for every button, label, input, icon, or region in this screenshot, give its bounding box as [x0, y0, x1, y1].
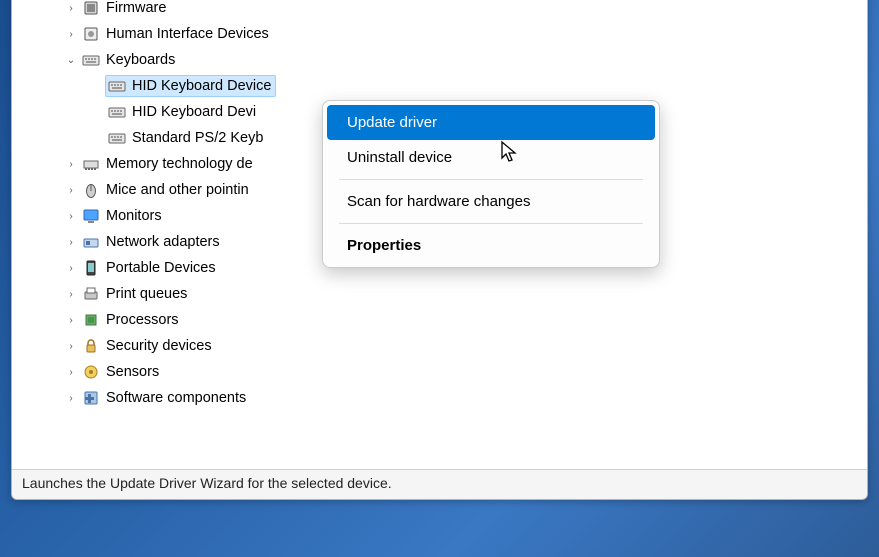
tree-item[interactable]: › Software components: [12, 385, 867, 411]
menu-separator: [339, 179, 643, 180]
tree-item[interactable]: › Firmware: [12, 0, 867, 21]
portable-icon: [82, 259, 100, 277]
menu-item[interactable]: Uninstall device: [327, 140, 655, 175]
chevron-right-icon[interactable]: ›: [62, 389, 80, 407]
chevron-right-icon[interactable]: ›: [62, 0, 80, 17]
tree-item[interactable]: › Sensors: [12, 359, 867, 385]
status-text: Launches the Update Driver Wizard for th…: [22, 475, 392, 491]
processor-icon: [82, 311, 100, 329]
chevron-right-icon[interactable]: ›: [62, 285, 80, 303]
chevron-right-icon[interactable]: ›: [62, 233, 80, 251]
tree-item-label: Human Interface Devices: [106, 26, 269, 42]
chevron-right-icon[interactable]: ›: [62, 337, 80, 355]
hid-icon: [82, 25, 100, 43]
memory-icon: [82, 155, 100, 173]
security-icon: [82, 337, 100, 355]
tree-item-label: Security devices: [106, 338, 212, 354]
network-icon: [82, 233, 100, 251]
tree-item-label: Standard PS/2 Keyb: [132, 130, 263, 146]
tree-item-label: Memory technology de: [106, 156, 253, 172]
sensor-icon: [82, 363, 100, 381]
tree-item[interactable]: HID Keyboard Device: [12, 73, 867, 99]
chevron-right-icon[interactable]: ›: [62, 25, 80, 43]
tree-item-label: Firmware: [106, 0, 166, 16]
chevron-right-icon[interactable]: ›: [62, 181, 80, 199]
monitor-icon: [82, 207, 100, 225]
status-bar: Launches the Update Driver Wizard for th…: [12, 469, 867, 499]
chevron-right-icon[interactable]: ›: [62, 259, 80, 277]
keyboard-icon: [82, 51, 100, 69]
tree-item-label: Network adapters: [106, 234, 220, 250]
tree-item-label: Monitors: [106, 208, 162, 224]
tree-item[interactable]: › Human Interface Devices: [12, 21, 867, 47]
keyboard-icon: [108, 77, 126, 95]
context-menu[interactable]: Update driverUninstall device Scan for ha…: [322, 100, 660, 268]
chevron-down-icon[interactable]: ⌄: [62, 51, 80, 69]
tree-item[interactable]: › Processors: [12, 307, 867, 333]
chevron-right-icon[interactable]: ›: [62, 155, 80, 173]
tree-item-label: Processors: [106, 312, 179, 328]
menu-item[interactable]: Properties: [327, 228, 655, 263]
keyboard-icon: [108, 129, 126, 147]
firmware-icon: [82, 0, 100, 17]
tree-item-label: Mice and other pointin: [106, 182, 249, 198]
chevron-right-icon[interactable]: ›: [62, 311, 80, 329]
menu-item[interactable]: Update driver: [327, 105, 655, 140]
printer-icon: [82, 285, 100, 303]
tree-item[interactable]: › Security devices: [12, 333, 867, 359]
tree-item[interactable]: › Print queues: [12, 281, 867, 307]
tree-item-label: HID Keyboard Device: [132, 78, 271, 94]
tree-item[interactable]: ⌄ Keyboards: [12, 47, 867, 73]
menu-separator: [339, 223, 643, 224]
tree-item-label: Portable Devices: [106, 260, 216, 276]
tree-item-label: Keyboards: [106, 52, 175, 68]
software-icon: [82, 389, 100, 407]
tree-item-label: HID Keyboard Devi: [132, 104, 256, 120]
tree-item-label: Print queues: [106, 286, 187, 302]
chevron-right-icon[interactable]: ›: [62, 207, 80, 225]
chevron-right-icon[interactable]: ›: [62, 363, 80, 381]
keyboard-icon: [108, 103, 126, 121]
menu-item[interactable]: Scan for hardware changes: [327, 184, 655, 219]
mouse-icon: [82, 181, 100, 199]
tree-item-label: Software components: [106, 390, 246, 406]
tree-item-label: Sensors: [106, 364, 159, 380]
